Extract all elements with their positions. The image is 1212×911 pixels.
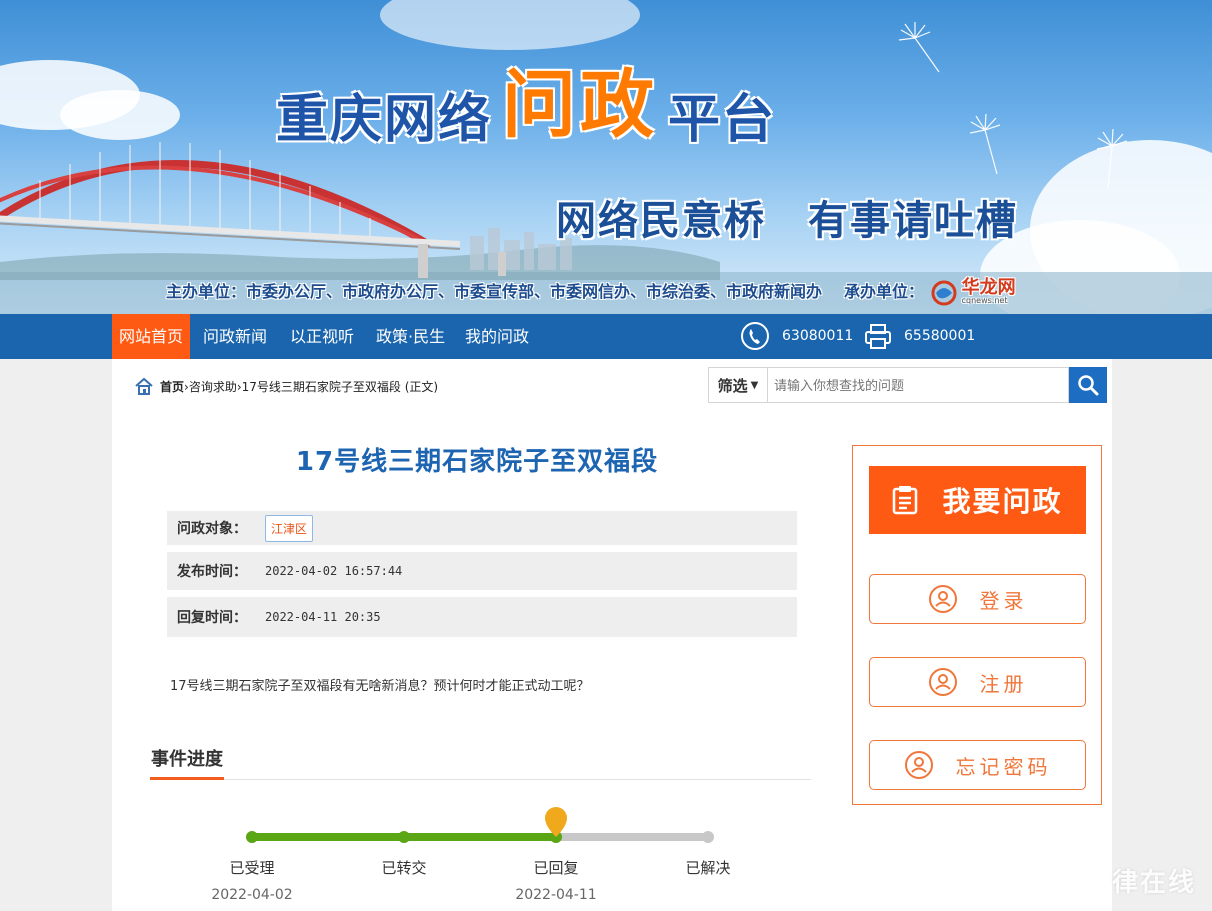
undertaker-name: 华龙网 <box>961 277 1016 298</box>
progress-stage-dot <box>246 831 258 843</box>
search-filter-label: 筛选 <box>717 376 748 395</box>
progress-stage-label: 已解决 <box>685 859 731 877</box>
breadcrumb-path: ›咨询求助›17号线三期石家院子至双福段 (正文) <box>184 379 439 394</box>
target-tag[interactable]: 江津区 <box>265 514 314 542</box>
target-label: 问政对象： <box>177 521 247 537</box>
login-button[interactable]: 登录 <box>869 574 1086 624</box>
site-title-part3: 平台 <box>668 90 777 150</box>
breadcrumb-home[interactable]: 首页 <box>160 380 184 394</box>
article-title: 17号线三期石家院子至双福段 <box>295 447 659 477</box>
sponsors-line: 主办单位：市委办公厅、市政府办公厅、市委宣传部、市委网信办、市综治委、市政府新闻… <box>166 278 1016 307</box>
user-sidebar: 我要问政 登录 注册 忘记密码 <box>852 445 1102 805</box>
ask-question-label: 我要问政 <box>942 485 1063 518</box>
progress-stage-date: 2022-04-11 <box>515 887 597 903</box>
current-stage-marker-icon <box>545 807 567 837</box>
search-input[interactable] <box>767 367 1069 403</box>
site-title-part2: 问政 <box>502 62 659 148</box>
article-body: 17号线三期石家院子至双福段有无啥新消息？预计何时才能正式动工呢？ <box>170 679 590 694</box>
search-filter-dropdown[interactable]: 筛选 ▼ <box>708 367 767 403</box>
progress-stage-date: 2022-04-02 <box>211 887 293 903</box>
progress-stage-label: 已转交 <box>381 859 427 877</box>
nav-item-rumor[interactable]: 以正视听 <box>283 314 361 359</box>
nav-item-policy[interactable]: 政策·民生 <box>369 314 452 359</box>
meta-publish-row: 发布时间： 2022-04-02 16:57:44 <box>167 552 797 590</box>
forgot-password-button[interactable]: 忘记密码 <box>869 740 1086 790</box>
meta-reply-row: 回复时间： 2022-04-11 20:35 <box>167 597 797 637</box>
search-bar: 筛选 ▼ <box>708 367 1110 403</box>
fax-icon <box>865 324 891 349</box>
search-button[interactable] <box>1069 367 1107 403</box>
fax-contact: 65580001 <box>864 321 975 351</box>
fax-number: 65580001 <box>904 328 976 344</box>
form-icon <box>893 486 918 515</box>
nav-item-home[interactable]: 网站首页 <box>112 314 191 359</box>
forgot-password-label: 忘记密码 <box>955 754 1052 779</box>
user-icon <box>904 751 933 779</box>
meta-target-row: 问政对象： 江津区 <box>167 511 797 545</box>
user-icon <box>928 585 957 613</box>
watermark: 律在线 <box>1112 868 1197 898</box>
progress-section-title: 事件进度 <box>150 745 224 780</box>
phone-icon <box>741 322 769 350</box>
header-banner: 重庆网络 问政 平台 网络民意桥 有事请吐槽 主办单位：市委办公厅、市政府办公厅… <box>0 0 1212 314</box>
slogan: 网络民意桥 有事请吐槽 <box>556 198 1018 244</box>
progress-stage-dot <box>398 831 410 843</box>
register-label: 注册 <box>979 671 1028 696</box>
search-icon <box>1078 375 1099 396</box>
publish-label: 发布时间： <box>177 564 247 580</box>
home-icon <box>135 377 153 395</box>
login-label: 登录 <box>979 588 1028 613</box>
phone-contact: 63080011 <box>740 321 853 351</box>
phone-number: 63080011 <box>782 328 854 344</box>
nav-item-my-questions[interactable]: 我的问政 <box>458 314 536 359</box>
undertaker-label: 承办单位： <box>844 282 925 301</box>
progress-section-header: 事件进度 <box>150 745 811 780</box>
user-icon <box>928 668 957 696</box>
reply-time: 2022-04-11 20:35 <box>265 610 381 624</box>
main-content: 首页›咨询求助›17号线三期石家院子至双福段 (正文) 筛选 ▼ 17号线三期石… <box>112 359 1112 911</box>
hualong-logo[interactable]: 华龙网 cqnews.net <box>930 279 1016 307</box>
progress-stage-label: 已受理 <box>229 859 275 877</box>
breadcrumb: 首页›咨询求助›17号线三期石家院子至双福段 (正文) <box>134 377 438 395</box>
main-nav: 网站首页 问政新闻 以正视听 政策·民生 我的问政 63080011 65580… <box>0 314 1212 359</box>
register-button[interactable]: 注册 <box>869 657 1086 707</box>
progress-tracker: 已受理 2022-04-02 已转交 已回复 2022-04-11 已解决 <box>211 799 732 909</box>
sponsors-text: 主办单位：市委办公厅、市政府办公厅、市委宣传部、市委网信办、市综治委、市政府新闻… <box>166 282 823 301</box>
ask-question-button[interactable]: 我要问政 <box>869 466 1086 534</box>
site-title: 重庆网络 问政 平台 <box>276 62 776 152</box>
publish-time: 2022-04-02 16:57:44 <box>265 564 403 578</box>
site-title-part1: 重庆网络 <box>276 90 493 150</box>
chevron-down-icon: ▼ <box>750 379 759 391</box>
progress-stage-dot <box>702 831 714 843</box>
reply-label: 回复时间： <box>177 610 247 626</box>
progress-track <box>246 807 714 843</box>
progress-stage-label: 已回复 <box>533 859 579 877</box>
nav-item-news[interactable]: 问政新闻 <box>196 314 274 359</box>
hualong-dragon-icon <box>931 280 957 305</box>
